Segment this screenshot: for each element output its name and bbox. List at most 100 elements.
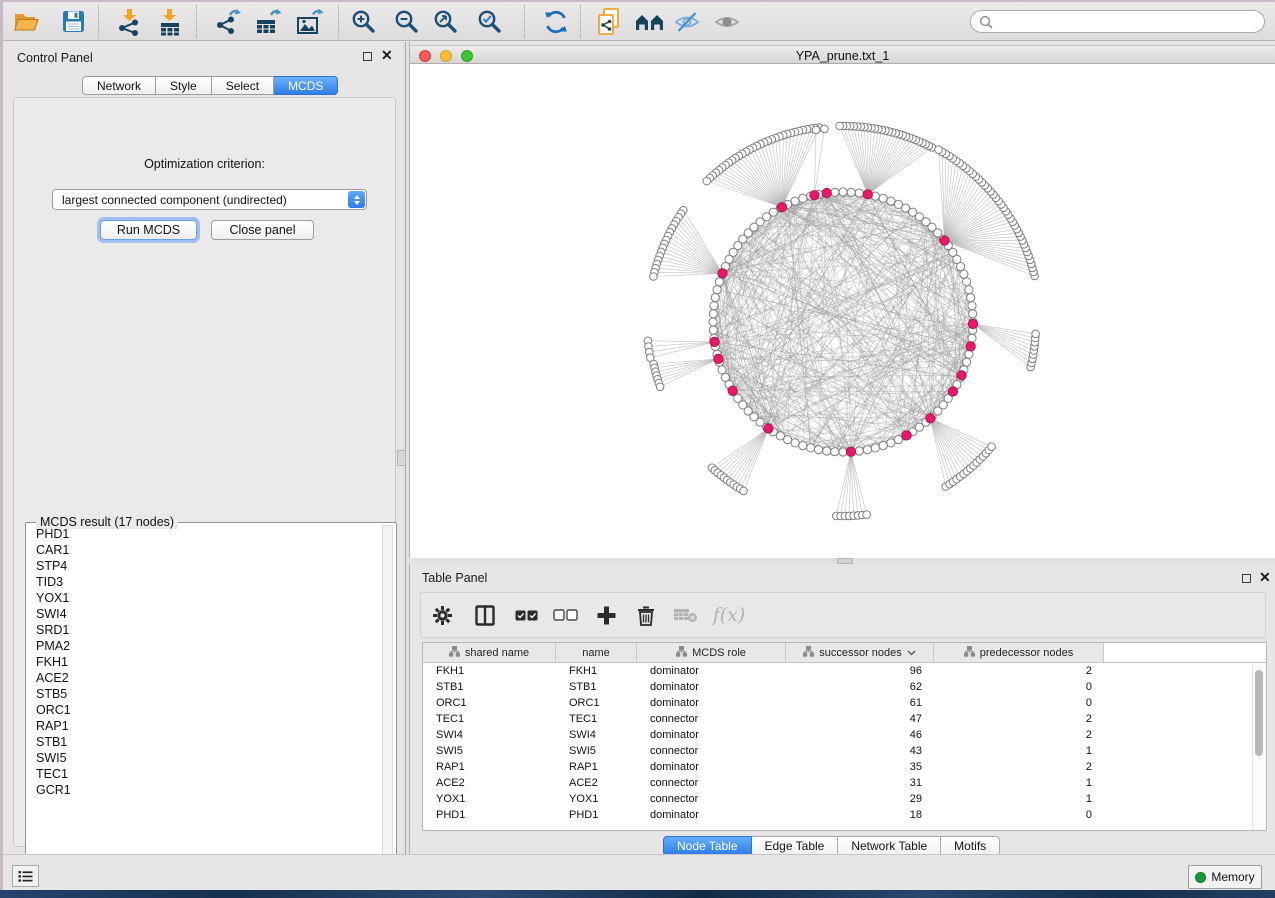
mcds-result-item[interactable]: PMA2 [27, 638, 379, 654]
network-node[interactable] [963, 358, 971, 366]
network-node[interactable] [887, 197, 895, 205]
zoom-out-icon[interactable] [389, 5, 423, 38]
tab-edge-table[interactable]: Edge Table [752, 836, 839, 856]
network-node[interactable] [656, 383, 664, 391]
table-cell[interactable]: 1 [934, 775, 1104, 791]
search-input[interactable] [998, 12, 1264, 31]
network-node[interactable] [713, 286, 721, 294]
network-graph[interactable] [410, 64, 1275, 558]
table-cell[interactable]: dominator [637, 679, 786, 695]
table-cell[interactable]: dominator [637, 759, 786, 775]
tab-mcds[interactable]: MCDS [274, 76, 338, 95]
table-cell[interactable]: RAP1 [556, 759, 637, 775]
table-cell[interactable]: 0 [934, 679, 1104, 695]
network-node[interactable] [963, 278, 971, 286]
table-row[interactable]: RAP1RAP1dominator352 [423, 759, 1266, 775]
network-node[interactable] [839, 188, 847, 196]
settings-gear-icon[interactable] [421, 598, 463, 632]
table-cell[interactable]: 1 [934, 791, 1104, 807]
table-cell[interactable]: STB1 [423, 679, 556, 695]
network-node[interactable] [715, 278, 723, 286]
table-scrollbar[interactable] [1252, 664, 1265, 830]
mcds-network-node[interactable] [926, 414, 935, 423]
tab-network-table[interactable]: Network Table [838, 836, 941, 856]
network-node[interactable] [709, 318, 717, 326]
tab-style[interactable]: Style [156, 76, 212, 95]
open-file-icon[interactable] [9, 5, 43, 38]
network-node[interactable] [710, 302, 718, 310]
mcds-list-scrollbar[interactable] [382, 525, 393, 891]
close-panel-icon[interactable]: ✕ [381, 45, 393, 65]
table-row[interactable]: PHD1PHD1dominator180 [423, 807, 1266, 823]
float-window-icon[interactable] [1242, 574, 1251, 583]
network-node[interactable] [784, 436, 792, 444]
import-table-icon[interactable] [153, 5, 187, 38]
network-node[interactable] [799, 194, 807, 202]
mcds-result-item[interactable]: SWI5 [27, 750, 379, 766]
network-node[interactable] [1032, 330, 1040, 338]
table-row[interactable]: YOX1YOX1connector291 [423, 791, 1266, 807]
network-node[interactable] [821, 125, 829, 133]
table-cell[interactable]: PHD1 [556, 807, 637, 823]
export-network-icon[interactable] [211, 5, 245, 38]
mcds-network-node[interactable] [966, 342, 975, 351]
network-node[interactable] [863, 511, 871, 519]
mcds-network-node[interactable] [863, 190, 872, 199]
network-node[interactable] [709, 326, 717, 334]
table-cell[interactable]: 29 [786, 791, 934, 807]
table-cell[interactable]: 35 [786, 759, 934, 775]
table-cell[interactable]: YOX1 [423, 791, 556, 807]
table-cell[interactable]: PHD1 [423, 807, 556, 823]
import-network-icon[interactable] [113, 5, 147, 38]
network-node[interactable] [988, 443, 996, 451]
mcds-result-item[interactable]: ORC1 [27, 702, 379, 718]
mcds-network-node[interactable] [957, 371, 966, 380]
table-row[interactable]: STB1STB1dominator620 [423, 679, 1266, 695]
add-column-icon[interactable] [585, 598, 627, 632]
column-header-name[interactable]: name [556, 643, 637, 662]
network-node[interactable] [799, 442, 807, 450]
mcds-network-node[interactable] [810, 191, 819, 200]
table-cell[interactable]: RAP1 [423, 759, 556, 775]
network-node[interactable] [855, 447, 863, 455]
network-node[interactable] [718, 366, 726, 374]
tab-node-table[interactable]: Node Table [663, 836, 752, 856]
table-cell[interactable]: 31 [786, 775, 934, 791]
mcds-network-node[interactable] [846, 447, 855, 456]
network-node[interactable] [960, 270, 968, 278]
mcds-result-item[interactable]: SRD1 [27, 622, 379, 638]
network-node[interactable] [791, 439, 799, 447]
mcds-result-item[interactable]: CAR1 [27, 542, 379, 558]
network-node[interactable] [863, 446, 871, 454]
mcds-result-item[interactable]: GCR1 [27, 782, 379, 798]
table-cell[interactable]: FKH1 [423, 663, 556, 679]
table-row[interactable]: TEC1TEC1connector472 [423, 711, 1266, 727]
close-panel-button[interactable]: Close panel [211, 220, 314, 240]
table-row[interactable]: SWI5SWI5connector431 [423, 743, 1266, 759]
mcds-result-item[interactable]: STP4 [27, 558, 379, 574]
network-node[interactable] [836, 122, 844, 130]
table-cell[interactable]: dominator [637, 695, 786, 711]
network-node[interactable] [968, 334, 976, 342]
network-node[interactable] [871, 444, 879, 452]
network-node[interactable] [847, 188, 855, 196]
table-cell[interactable]: 0 [934, 807, 1104, 823]
table-cell[interactable]: FKH1 [556, 663, 637, 679]
select-all-icon[interactable] [507, 598, 545, 632]
table-row[interactable]: FKH1FKH1dominator962 [423, 663, 1266, 679]
clone-network-icon[interactable] [592, 5, 626, 38]
network-window-titlebar[interactable]: YPA_prune.txt_1 [410, 45, 1275, 64]
network-node[interactable] [815, 446, 823, 454]
network-node[interactable] [831, 448, 839, 456]
table-cell[interactable]: 61 [786, 695, 934, 711]
table-cell[interactable]: SWI5 [556, 743, 637, 759]
table-cell[interactable]: SWI4 [423, 727, 556, 743]
tab-network[interactable]: Network [82, 76, 156, 95]
table-row[interactable]: ORC1ORC1dominator610 [423, 695, 1266, 711]
table-cell[interactable]: ORC1 [556, 695, 637, 711]
network-node[interactable] [965, 286, 973, 294]
network-node[interactable] [831, 188, 839, 196]
network-node[interactable] [812, 126, 820, 134]
delete-table-icon[interactable] [665, 598, 705, 632]
network-node[interactable] [879, 442, 887, 450]
